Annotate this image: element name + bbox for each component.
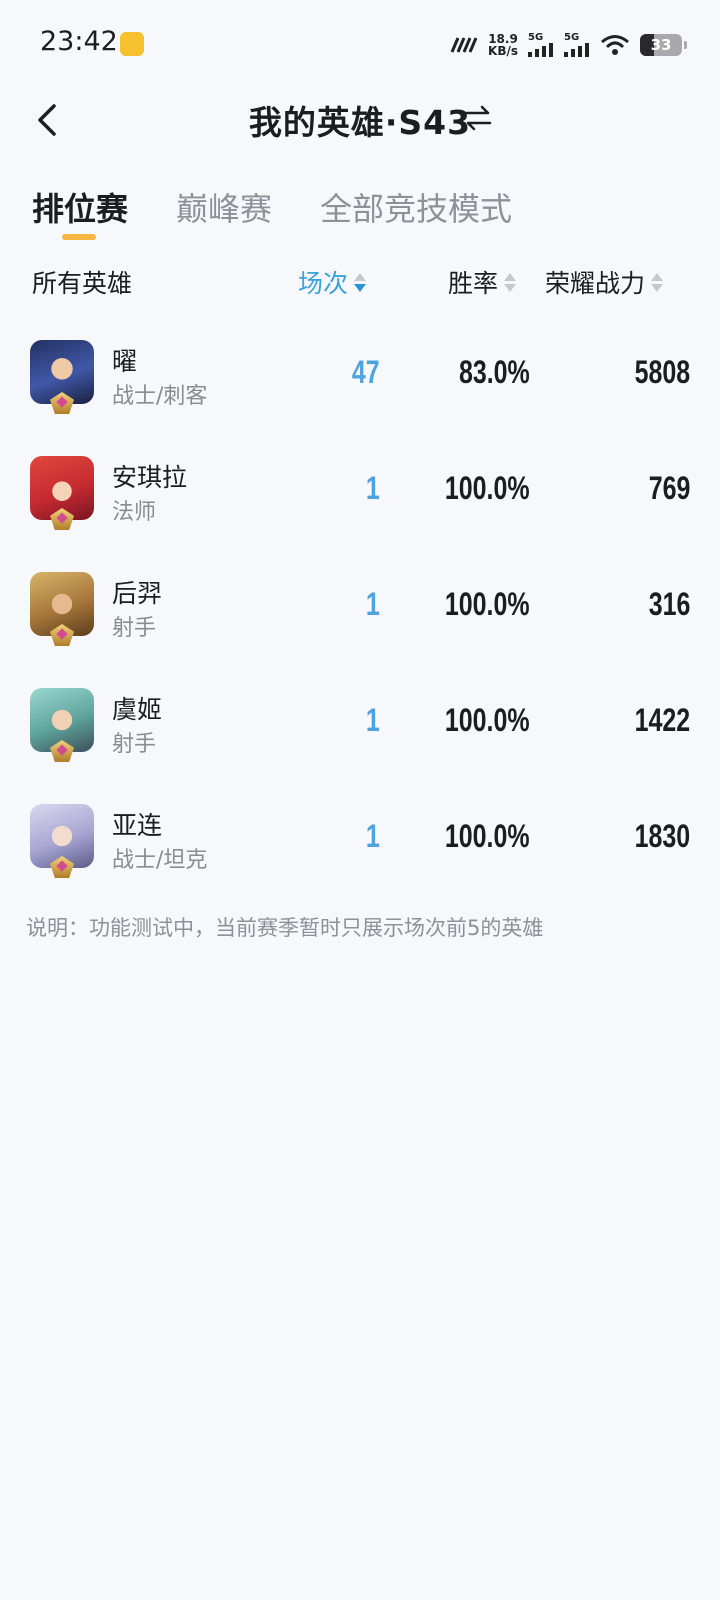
column-honor-power[interactable]: 荣耀战力 bbox=[545, 262, 664, 302]
hero-matches: 1 bbox=[366, 470, 380, 506]
status-time: 23:42 bbox=[40, 26, 118, 57]
hero-row[interactable]: 亚连 战士/坦克 1 100.0% 1830 bbox=[0, 804, 720, 920]
hero-matches: 47 bbox=[352, 354, 380, 390]
cell-signal-1: 5G bbox=[528, 33, 554, 57]
swap-season-icon[interactable] bbox=[462, 102, 494, 134]
hero-power: 316 bbox=[648, 586, 690, 622]
app-logo-icon bbox=[450, 37, 478, 53]
footnote: 说明：功能测试中，当前赛季暂时只展示场次前5的英雄 bbox=[26, 916, 544, 940]
mode-tabs: 排位赛 巅峰赛 全部竞技模式 bbox=[32, 184, 560, 244]
hero-row[interactable]: 虞姬 射手 1 100.0% 1422 bbox=[0, 688, 720, 804]
hero-role: 射手 bbox=[112, 732, 157, 757]
hero-row[interactable]: 后羿 射手 1 100.0% 316 bbox=[0, 572, 720, 688]
hero-winrate: 100.0% bbox=[445, 818, 530, 854]
column-all-heroes[interactable]: 所有英雄 bbox=[32, 262, 132, 302]
hero-power: 1422 bbox=[634, 702, 690, 738]
hero-row[interactable]: 安琪拉 法师 1 100.0% 769 bbox=[0, 456, 720, 572]
header: 我的英雄·S43 bbox=[0, 90, 720, 150]
hero-winrate: 100.0% bbox=[445, 470, 530, 506]
hero-name: 虞姬 bbox=[112, 695, 163, 724]
column-matches[interactable]: 场次 bbox=[298, 262, 367, 302]
hero-name: 亚连 bbox=[112, 811, 163, 840]
signal-bars-icon bbox=[564, 43, 589, 57]
hero-matches: 1 bbox=[366, 818, 380, 854]
app-notification-icon bbox=[120, 32, 144, 56]
hero-name: 曜 bbox=[112, 347, 138, 376]
hero-winrate: 100.0% bbox=[445, 586, 530, 622]
hero-name: 后羿 bbox=[112, 579, 163, 608]
hero-winrate: 100.0% bbox=[445, 702, 530, 738]
status-bar: 23:42 18.9 KB/s 5G 5G 33 bbox=[0, 0, 720, 90]
hero-name: 安琪拉 bbox=[112, 463, 188, 492]
hero-row[interactable]: 曜 战士/刺客 47 83.0% 5808 bbox=[0, 340, 720, 456]
signal-bars-icon bbox=[528, 43, 553, 57]
hero-role: 射手 bbox=[112, 616, 157, 641]
battery-icon: 33 bbox=[640, 34, 687, 56]
page-title[interactable]: 我的英雄·S43 bbox=[0, 96, 720, 144]
hero-matches: 1 bbox=[366, 586, 380, 622]
tab-active-indicator bbox=[62, 234, 96, 240]
tab-peak[interactable]: 巅峰赛 bbox=[176, 184, 272, 244]
hero-role: 法师 bbox=[112, 500, 157, 525]
hero-role: 战士/刺客 bbox=[112, 384, 208, 409]
status-icons: 18.9 KB/s 5G 5G 33 bbox=[450, 30, 687, 60]
sort-icon bbox=[504, 272, 517, 292]
hero-winrate: 83.0% bbox=[459, 354, 530, 390]
tab-ranked[interactable]: 排位赛 bbox=[32, 184, 128, 244]
hero-power: 769 bbox=[648, 470, 690, 506]
sort-icon bbox=[354, 272, 367, 292]
hero-power: 5808 bbox=[634, 354, 690, 390]
sort-icon bbox=[651, 272, 664, 292]
wifi-icon bbox=[601, 35, 629, 55]
hero-role: 战士/坦克 bbox=[112, 848, 208, 873]
cell-signal-2: 5G bbox=[564, 33, 590, 57]
tab-all-modes[interactable]: 全部竞技模式 bbox=[320, 184, 512, 244]
column-winrate[interactable]: 胜率 bbox=[448, 262, 517, 302]
hero-power: 1830 bbox=[634, 818, 690, 854]
net-speed: 18.9 KB/s bbox=[488, 32, 518, 58]
hero-matches: 1 bbox=[366, 702, 380, 738]
